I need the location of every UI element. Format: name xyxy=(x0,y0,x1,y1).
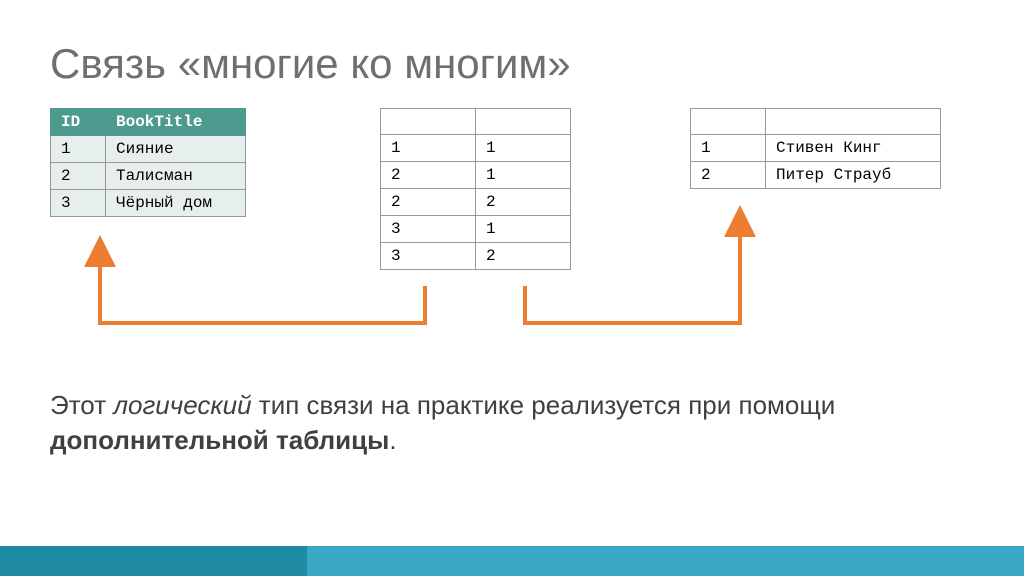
table-row: 3 Чёрный дом xyxy=(51,190,246,217)
table-row: 2 Питер Страуб xyxy=(691,162,941,189)
table-row: 2 Талисман xyxy=(51,163,246,190)
cell: Чёрный дом xyxy=(106,190,246,217)
table-junction: 1 1 2 1 2 2 3 1 3 2 xyxy=(380,108,571,270)
cell: Питер Страуб xyxy=(766,162,941,189)
text-italic: логический xyxy=(113,390,251,420)
body-text: Этот логический тип связи на практике ре… xyxy=(50,388,974,458)
cell: 2 xyxy=(476,189,571,216)
table-authors: 1 Стивен Кинг 2 Питер Страуб xyxy=(690,108,941,189)
cell: 2 xyxy=(381,162,476,189)
authors-header-name xyxy=(766,109,941,135)
cell: 1 xyxy=(476,162,571,189)
table-row: 2 1 xyxy=(381,162,571,189)
cell: 2 xyxy=(381,189,476,216)
cell: Стивен Кинг xyxy=(766,135,941,162)
table-row: 3 1 xyxy=(381,216,571,243)
slide-title: Связь «многие ко многим» xyxy=(50,40,974,88)
footer-accent-left xyxy=(0,546,307,576)
books-header-title: BookTitle xyxy=(106,109,246,136)
cell: Талисман xyxy=(106,163,246,190)
cell: 1 xyxy=(476,216,571,243)
footer-bar xyxy=(0,546,1024,576)
cell: 1 xyxy=(691,135,766,162)
cell: 2 xyxy=(691,162,766,189)
cell: 3 xyxy=(381,243,476,270)
text: тип связи на практике реализуется при по… xyxy=(252,390,836,420)
junction-header-a xyxy=(381,109,476,135)
table-row: 1 Стивен Кинг xyxy=(691,135,941,162)
cell: 2 xyxy=(476,243,571,270)
table-row: 2 2 xyxy=(381,189,571,216)
authors-header-id xyxy=(691,109,766,135)
footer-accent-right xyxy=(307,546,1024,576)
table-row: 1 1 xyxy=(381,135,571,162)
table-row: 3 2 xyxy=(381,243,571,270)
junction-header-b xyxy=(476,109,571,135)
text-bold: дополнительной таблицы xyxy=(50,425,389,455)
diagram-area: ID BookTitle 1 Сияние 2 Талисман 3 Чёрны… xyxy=(50,108,974,348)
cell: Сияние xyxy=(106,136,246,163)
cell: 1 xyxy=(381,135,476,162)
cell: 3 xyxy=(51,190,106,217)
cell: 3 xyxy=(381,216,476,243)
table-books: ID BookTitle 1 Сияние 2 Талисман 3 Чёрны… xyxy=(50,108,246,217)
table-row: 1 Сияние xyxy=(51,136,246,163)
text: Этот xyxy=(50,390,113,420)
cell: 2 xyxy=(51,163,106,190)
text: . xyxy=(389,425,396,455)
books-header-id: ID xyxy=(51,109,106,136)
cell: 1 xyxy=(51,136,106,163)
cell: 1 xyxy=(476,135,571,162)
